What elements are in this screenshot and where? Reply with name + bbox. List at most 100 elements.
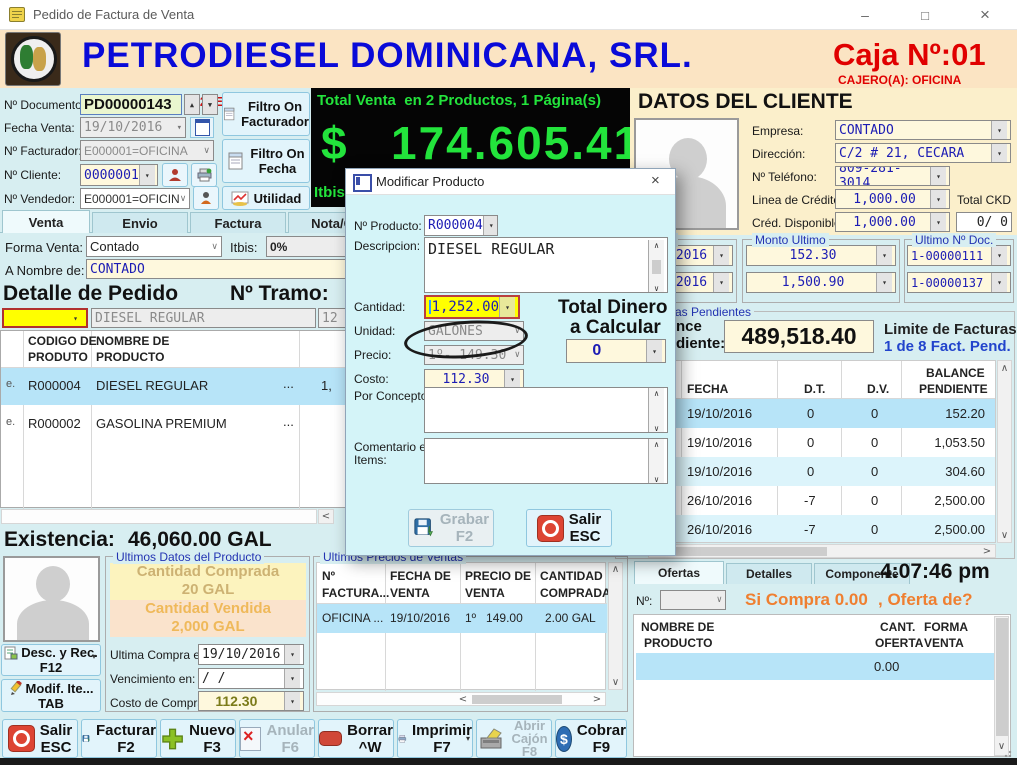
- precios-vscrollbar[interactable]: ∧ ∨: [608, 562, 623, 690]
- por-concepto-label: Por Concepto:: [354, 389, 431, 403]
- total-ckd-field[interactable]: 0/ 0: [956, 212, 1012, 232]
- limite-facturas-line1: Limite de Facturas: [884, 321, 1017, 338]
- client-title: DATOS DEL CLIENTE: [638, 90, 853, 114]
- documento-spin-down[interactable]: ▼: [202, 94, 218, 115]
- abrir-cajon-button[interactable]: Abrir CajónF8: [476, 719, 552, 758]
- pendientes-vscrollbar[interactable]: ∧ ∨: [997, 360, 1012, 543]
- calendar-button[interactable]: [190, 117, 214, 138]
- empresa-field[interactable]: CONTADO▾: [835, 120, 1011, 140]
- unidad-label: Unidad:: [354, 324, 395, 338]
- costo-compra-field[interactable]: 112.30▾: [198, 691, 304, 711]
- nuevo-button[interactable]: NuevoF3: [160, 719, 236, 758]
- table-row[interactable]: e. R000002 GASOLINA PREMIUM ...: [1, 406, 346, 443]
- descripcion-textarea[interactable]: DIESEL REGULAR ∧∨: [424, 237, 668, 293]
- comentario-scrollbar[interactable]: ∧∨: [648, 439, 664, 484]
- pencil-icon: [9, 681, 23, 695]
- forma-venta-field[interactable]: Contado∨: [86, 236, 222, 257]
- close-button[interactable]: ×: [962, 0, 1008, 30]
- caja-number: Caja Nº:01: [833, 37, 986, 73]
- cantidad-comprada-box: Cantidad Comprada20 GAL: [110, 563, 306, 600]
- minimize-button[interactable]: –: [842, 0, 888, 30]
- printer-icon: [197, 168, 212, 182]
- table-row[interactable]: 0.00: [636, 653, 994, 680]
- modal-modificar-producto: Modificar Producto × Nº Producto: R00000…: [345, 168, 676, 556]
- producto-group-label: Ultimos Datos del Producto: [113, 550, 264, 564]
- facturador-field[interactable]: E000001=OFICINA∨: [80, 140, 214, 161]
- telefono-label: Nº Teléfono:: [752, 170, 817, 184]
- vencimiento-field[interactable]: / /▾: [198, 668, 304, 689]
- ultimo-doc-1[interactable]: 1-00000111▾: [907, 245, 1011, 266]
- imprimir-button[interactable]: ImprimirF7: [397, 719, 473, 758]
- table-row[interactable]: OFICINA ... 19/10/2016 1º 149.00 2.00 GA…: [317, 604, 607, 633]
- borrar-button[interactable]: Borrar^W: [318, 719, 394, 758]
- producto-field[interactable]: R000004▾: [424, 215, 498, 236]
- table-row[interactable]: e. R000004 DIESEL REGULAR ... 1,: [1, 368, 346, 405]
- modal-close-button[interactable]: ×: [651, 172, 660, 189]
- total-dinero-label-2: a Calcular: [570, 317, 661, 339]
- company-logo: [5, 32, 61, 86]
- descripcion-label: Descripcion:: [354, 239, 420, 253]
- monto-ultimo-2[interactable]: 1,500.90▾: [746, 272, 896, 293]
- modificar-item-button[interactable]: Modif. Ite... TAB: [1, 679, 101, 712]
- fecha-venta-field[interactable]: 19/10/2016▾: [80, 117, 186, 138]
- tab-venta[interactable]: Venta: [2, 210, 90, 233]
- modal-salir-button[interactable]: SalirESC: [526, 509, 612, 547]
- vendedor-person-button[interactable]: [193, 186, 219, 210]
- descripcion-scrollbar[interactable]: ∧∨: [648, 240, 664, 293]
- detalle-edit-combo[interactable]: ▾: [2, 308, 88, 328]
- por-concepto-textarea[interactable]: ∧∨: [424, 387, 668, 433]
- imprimir-dropdown-arrow[interactable]: ▾: [466, 734, 470, 743]
- anular-button[interactable]: × AnularF6: [239, 719, 315, 758]
- total-dinero-field[interactable]: 0▾: [566, 339, 666, 363]
- tab-envio[interactable]: Envio: [92, 212, 188, 233]
- salir-button[interactable]: SalirESC: [2, 719, 78, 758]
- maximize-button[interactable]: □: [902, 0, 948, 30]
- pendientes-group-label: as Pendientes: [672, 305, 754, 319]
- cliente-print-button[interactable]: [191, 163, 217, 187]
- linea-credito-field[interactable]: 1,000.00▾: [835, 189, 950, 209]
- facturar-button[interactable]: FacturarF2: [81, 719, 157, 758]
- descuento-recargo-button[interactable]: Desc. y Rec. F12: [1, 644, 101, 676]
- oferta-numero-field[interactable]: ∨: [660, 590, 726, 610]
- detalle-hscrollbar[interactable]: [1, 509, 317, 524]
- documento-field[interactable]: PD00000143: [80, 94, 182, 115]
- pendientes-hscrollbar[interactable]: < >: [648, 544, 996, 558]
- utilidad-button[interactable]: Utilidad: [222, 186, 310, 210]
- filtro-fecha-button[interactable]: Filtro OnFecha: [222, 139, 310, 183]
- por-concepto-scrollbar[interactable]: ∧∨: [648, 388, 664, 433]
- modal-title-bar[interactable]: Modificar Producto ×: [346, 169, 675, 195]
- total-ckd-label: Total CKD: [957, 193, 1011, 207]
- cliente-field[interactable]: 0000001▾: [80, 164, 158, 186]
- monto-ultimo-1[interactable]: 152.30▾: [746, 245, 896, 266]
- comentario-textarea[interactable]: ∧∨: [424, 438, 668, 484]
- ultimo-doc-group-label: Ultimo Nº Doc.: [912, 233, 996, 247]
- chart-icon: [231, 191, 249, 206]
- filtro-facturador-button[interactable]: Filtro OnFacturador: [222, 92, 310, 136]
- ultimo-doc-2[interactable]: 1-00000137▾: [907, 272, 1011, 293]
- detalle-edit-name[interactable]: DIESEL REGULAR: [91, 308, 316, 328]
- cobrar-button[interactable]: $ CobrarF9: [555, 719, 627, 758]
- header: PETRODIESEL DOMINICANA, SRL. Av. Rafael …: [0, 30, 1017, 88]
- documento-spin-up[interactable]: ▲: [184, 94, 200, 115]
- cliente-person-button[interactable]: [162, 163, 188, 187]
- promo-text-1: Si Compra 0.00: [745, 590, 868, 610]
- precios-hscrollbar[interactable]: < >: [316, 692, 606, 706]
- detalle-hscroll-left[interactable]: <: [318, 509, 334, 524]
- direccion-field[interactable]: C/2 # 21, CECARA▾: [835, 143, 1011, 163]
- grabar-button[interactable]: GrabarF2: [408, 509, 494, 547]
- vendedor-field[interactable]: E000001=OFICIN∨: [80, 188, 190, 209]
- promo-text-2: , Oferta de?: [878, 590, 972, 610]
- ultima-compra-field[interactable]: 19/10/2016▾: [198, 644, 304, 665]
- ofertas-vscrollbar[interactable]: ∨: [994, 616, 1009, 756]
- resize-grip[interactable]: [1004, 748, 1013, 757]
- cred-disponible-field[interactable]: 1,000.00▾: [835, 212, 950, 232]
- descuento-dropdown-arrow[interactable]: ▾: [92, 652, 96, 661]
- cantidad-field[interactable]: 1,252.00▾: [424, 295, 520, 319]
- tab-ofertas[interactable]: Ofertas: [634, 561, 724, 584]
- telefono-field[interactable]: 809-281-3014▾: [835, 166, 950, 186]
- power-icon: [537, 515, 564, 542]
- tab-factura[interactable]: Factura: [190, 212, 286, 233]
- tab-detalles[interactable]: Detalles: [726, 563, 812, 584]
- title-bar: Pedido de Factura de Venta – □ ×: [0, 0, 1017, 30]
- costo-field[interactable]: 112.30▾: [424, 369, 524, 389]
